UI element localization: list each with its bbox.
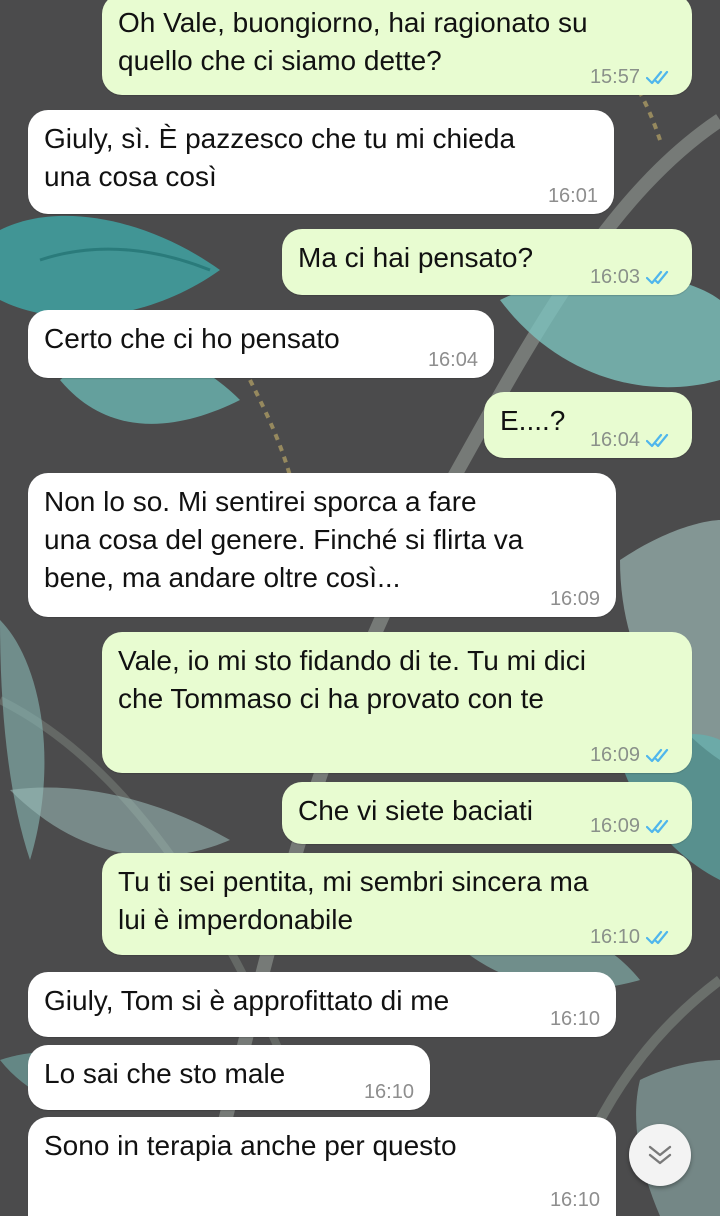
- message-meta: 16:09: [550, 587, 600, 611]
- double-check-read-icon: [646, 433, 669, 448]
- message-bubble-outgoing[interactable]: E....? 16:04: [484, 392, 692, 458]
- double-check-read-icon: [646, 270, 669, 285]
- message-meta: 16:10: [590, 925, 676, 949]
- message-meta: 16:09: [590, 814, 676, 838]
- message-meta: 16:10: [550, 1188, 600, 1212]
- message-time: 16:10: [549, 1008, 600, 1030]
- message-text: Giuly, sì. È pazzesco che tu mi chieda u…: [44, 123, 516, 192]
- message-meta: 16:10: [364, 1080, 414, 1104]
- message-text: Vale, io mi sto fidando di te. Tu mi dic…: [118, 645, 586, 714]
- double-chevron-down-icon: [648, 1145, 672, 1165]
- message-text: Sono in terapia anche per questo: [44, 1130, 457, 1161]
- message-list[interactable]: Oh Vale, buongiorno, hai ragionato su qu…: [0, 0, 720, 1216]
- message-bubble-outgoing[interactable]: Oh Vale, buongiorno, hai ragionato su qu…: [102, 0, 692, 95]
- double-check-read-icon: [646, 748, 669, 763]
- message-time: 16:10: [363, 1081, 414, 1103]
- message-bubble-outgoing[interactable]: Ma ci hai pensato? 16:03: [282, 229, 692, 295]
- scroll-to-bottom-button[interactable]: [629, 1124, 691, 1186]
- message-bubble-incoming[interactable]: Giuly, sì. È pazzesco che tu mi chieda u…: [28, 110, 614, 214]
- message-time: 16:09: [589, 815, 640, 837]
- message-time: 16:09: [549, 588, 600, 610]
- message-time: 16:10: [549, 1189, 600, 1211]
- message-time: 16:03: [589, 266, 640, 288]
- double-check-read-icon: [646, 70, 669, 85]
- double-check-read-icon: [646, 930, 669, 945]
- message-meta: 16:10: [550, 1007, 600, 1031]
- message-bubble-outgoing[interactable]: Che vi siete baciati 16:09: [282, 782, 692, 844]
- message-time: 15:57: [589, 66, 640, 88]
- message-bubble-incoming[interactable]: Certo che ci ho pensato 16:04: [28, 310, 494, 378]
- message-time: 16:01: [547, 185, 598, 207]
- message-meta: 16:04: [590, 428, 676, 452]
- message-text: Non lo so. Mi sentirei sporca a fare una…: [44, 486, 524, 593]
- message-time: 16:10: [589, 926, 640, 948]
- message-bubble-incoming[interactable]: Lo sai che sto male 16:10: [28, 1045, 430, 1110]
- message-time: 16:04: [427, 349, 478, 371]
- message-bubble-incoming[interactable]: Giuly, Tom si è approfittato di me 16:10: [28, 972, 616, 1037]
- message-time: 16:09: [589, 744, 640, 766]
- message-bubble-outgoing[interactable]: Tu ti sei pentita, mi sembri sincera ma …: [102, 853, 692, 955]
- message-meta: 15:57: [590, 65, 676, 89]
- message-text: Certo che ci ho pensato: [44, 323, 340, 354]
- message-text: Lo sai che sto male: [44, 1058, 286, 1089]
- double-check-read-icon: [646, 819, 669, 834]
- message-bubble-incoming[interactable]: Non lo so. Mi sentirei sporca a fare una…: [28, 473, 616, 617]
- message-text: Giuly, Tom si è approfittato di me: [44, 985, 450, 1016]
- message-meta: 16:09: [590, 743, 676, 767]
- message-time: 16:04: [589, 429, 640, 451]
- message-bubble-outgoing[interactable]: Vale, io mi sto fidando di te. Tu mi dic…: [102, 632, 692, 773]
- message-meta: 16:03: [590, 265, 676, 289]
- message-meta: 16:01: [548, 184, 598, 208]
- message-bubble-incoming[interactable]: Sono in terapia anche per questo 16:10: [28, 1117, 616, 1216]
- message-meta: 16:04: [428, 348, 478, 372]
